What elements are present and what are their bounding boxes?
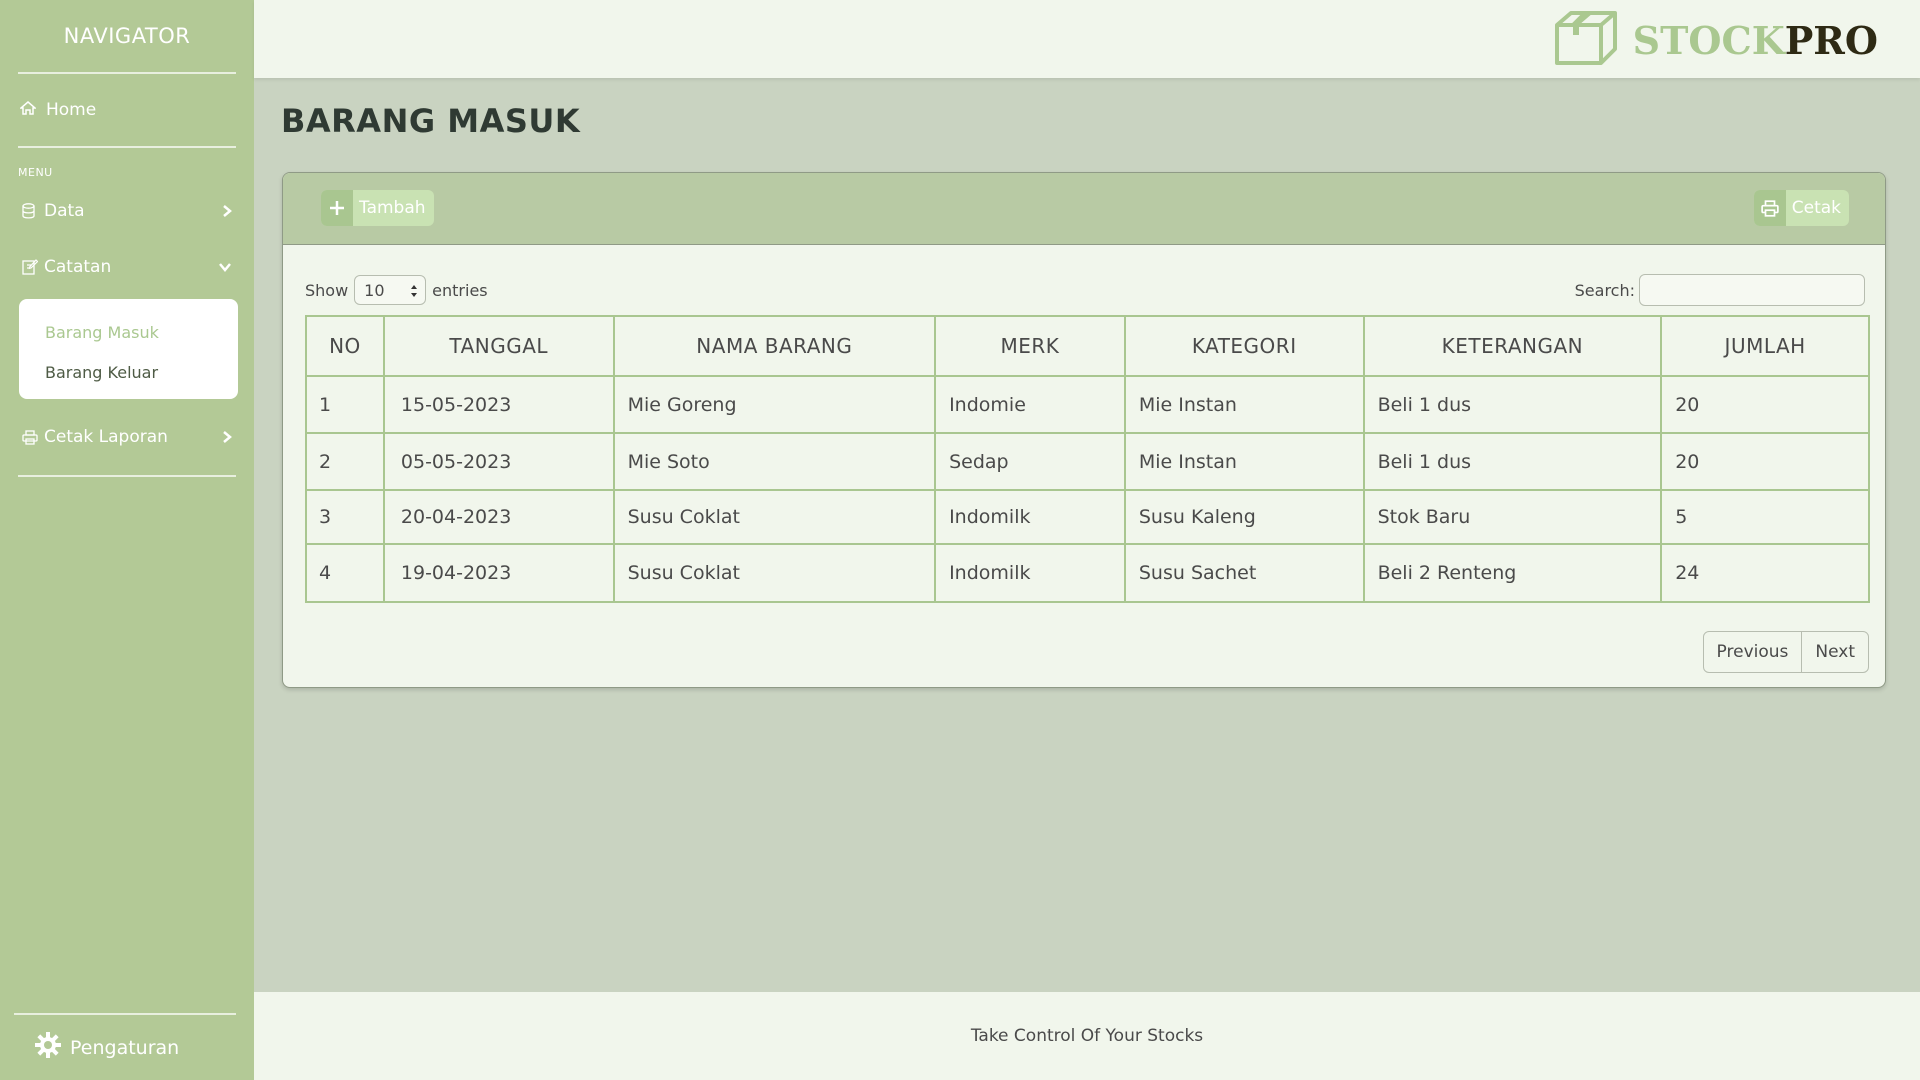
table-header-row: NO TANGGAL NAMA BARANG MERK KATEGORI KET… [305, 315, 1870, 377]
plus-icon [321, 190, 353, 226]
table-cell: Beli 2 Renteng [1362, 543, 1663, 603]
table-row: 1 15-05-2023 Mie Goreng Indomie Mie Inst… [305, 375, 1870, 434]
sidebar-divider [18, 475, 236, 477]
column-header[interactable]: KATEGORI [1123, 315, 1365, 377]
table-cell: 5 [1660, 489, 1870, 545]
table-cell: Susu Coklat [612, 489, 937, 545]
show-label: Show [305, 280, 349, 300]
search-input[interactable] [1639, 274, 1865, 306]
table-cell: 20-04-2023 [382, 489, 615, 545]
card-header: Tambah Cetak [283, 173, 1885, 245]
table-cell: Susu Sachet [1123, 543, 1365, 603]
sidebar-item-home[interactable]: Home [18, 74, 236, 148]
table-cell: 2 [305, 432, 385, 491]
sidebar-item-label: Home [46, 100, 97, 120]
table-cell: 3 [305, 489, 385, 545]
add-button-label: Tambah [359, 198, 426, 218]
column-header[interactable]: KETERANGAN [1362, 315, 1663, 377]
chevron-down-icon [218, 262, 232, 272]
table-cell: Sedap [934, 432, 1126, 491]
catatan-submenu: Barang Masuk Barang Keluar [19, 299, 238, 399]
edit-note-icon [22, 259, 38, 275]
sidebar-item-cetak-laporan[interactable]: Cetak Laporan [22, 409, 236, 465]
top-bar: STOCKPRO [254, 0, 1920, 78]
printer-icon [22, 429, 38, 445]
brand-stock: STOCK [1632, 17, 1785, 63]
column-header[interactable]: NAMA BARANG [612, 315, 937, 377]
settings-label: Pengaturan [70, 1036, 180, 1059]
table-cell: Mie Soto [612, 432, 937, 491]
next-page-button[interactable]: Next [1801, 632, 1868, 672]
printer-icon [1753, 190, 1786, 226]
table-cell: Indomilk [934, 489, 1126, 545]
pagination: Previous Next [1702, 631, 1869, 673]
sidebar-item-label: Cetak Laporan [44, 427, 168, 447]
table-cell: Stok Baru [1362, 489, 1663, 545]
table-cell: 20 [1660, 432, 1870, 491]
previous-page-button[interactable]: Previous [1704, 632, 1802, 672]
table-cell: 20 [1660, 375, 1870, 434]
entries-select[interactable]: 10 [354, 275, 427, 305]
select-arrows-icon [410, 283, 418, 302]
submenu-item-barang-masuk[interactable]: Barang Masuk [45, 313, 238, 353]
search-control: Search: [1575, 273, 1865, 307]
table-row: 2 05-05-2023 Mie Soto Sedap Mie Instan B… [305, 432, 1870, 491]
settings-button[interactable]: Pengaturan [14, 1013, 236, 1080]
add-button[interactable]: Tambah [321, 190, 434, 226]
table-controls: Show 10 entries Search: [305, 273, 1865, 307]
table-cell: Beli 1 dus [1362, 432, 1663, 491]
table-cell: Susu Kaleng [1123, 489, 1365, 545]
entries-label: entries [432, 280, 488, 300]
sidebar-item-label: Catatan [44, 257, 112, 277]
barang-masuk-table: NO TANGGAL NAMA BARANG MERK KATEGORI KET… [305, 315, 1870, 603]
footer: Take Control Of Your Stocks [254, 992, 1920, 1080]
table-cell: Indomilk [934, 543, 1126, 603]
table-cell: 05-05-2023 [382, 432, 615, 491]
brand-pro: PRO [1784, 17, 1878, 63]
table-cell: Mie Instan [1123, 375, 1365, 434]
gear-icon [34, 1031, 70, 1064]
print-button[interactable]: Cetak [1753, 190, 1849, 226]
table-cell: 1 [305, 375, 385, 434]
entries-value: 10 [364, 280, 385, 300]
sidebar-title: NAVIGATOR [18, 0, 236, 74]
menu-section-label: MENU [18, 166, 53, 179]
brand-logo[interactable]: STOCKPRO [1553, 11, 1878, 69]
column-header[interactable]: MERK [934, 315, 1126, 377]
table-cell: 19-04-2023 [382, 543, 615, 603]
search-label: Search: [1574, 280, 1635, 300]
sidebar-item-label: Data [44, 201, 85, 221]
table-row: 4 19-04-2023 Susu Coklat Indomilk Susu S… [305, 543, 1870, 603]
table-cell: Indomie [934, 375, 1126, 434]
table-cell: Beli 1 dus [1362, 375, 1663, 434]
table-cell: Mie Goreng [612, 375, 937, 434]
chevron-right-icon [222, 204, 232, 218]
table-cell: 15-05-2023 [382, 375, 615, 434]
print-button-label: Cetak [1791, 198, 1841, 218]
column-header[interactable]: JUMLAH [1660, 315, 1870, 377]
chevron-right-icon [222, 430, 232, 444]
box-icon [1553, 9, 1633, 71]
column-header[interactable]: TANGGAL [382, 315, 615, 377]
sidebar-item-catatan[interactable]: Catatan [22, 239, 236, 295]
sidebar-item-data[interactable]: Data [22, 183, 236, 239]
footer-tagline: Take Control Of Your Stocks [970, 1026, 1204, 1046]
table-cell: 4 [305, 543, 385, 603]
column-header[interactable]: NO [305, 315, 385, 377]
database-icon [22, 203, 38, 219]
entries-control: Show 10 entries [305, 273, 488, 307]
brand-name: STOCKPRO [1633, 18, 1878, 63]
table-cell: Susu Coklat [612, 543, 937, 603]
table-row: 3 20-04-2023 Susu Coklat Indomilk Susu K… [305, 489, 1870, 545]
data-card: Tambah Cetak Show 10 entries Search: NO … [282, 172, 1886, 688]
page-title: BARANG MASUK [281, 102, 581, 140]
home-icon [18, 100, 46, 120]
table-cell: Mie Instan [1123, 432, 1365, 491]
sidebar: NAVIGATOR Home MENU Data Catatan Barang … [0, 0, 254, 1080]
submenu-item-barang-keluar[interactable]: Barang Keluar [45, 353, 238, 393]
table-cell: 24 [1660, 543, 1870, 603]
